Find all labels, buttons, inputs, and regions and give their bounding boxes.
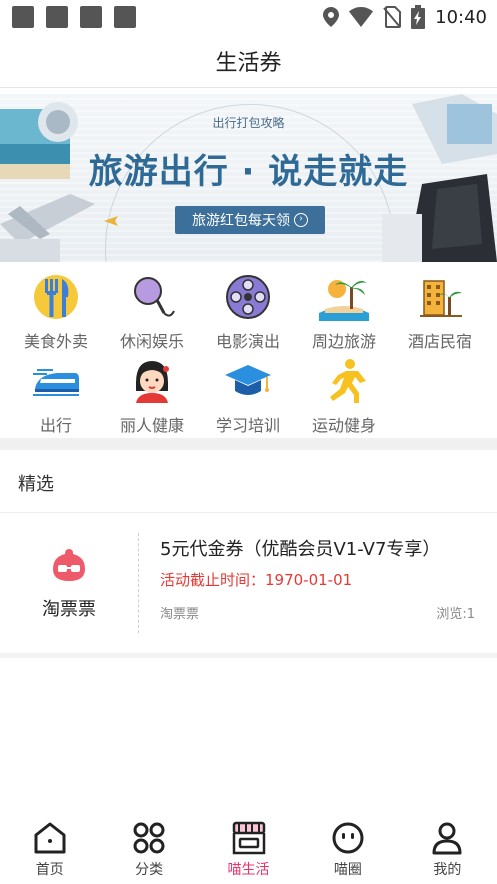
category-label: 运动健身 bbox=[311, 416, 376, 435]
banner-button-label: 旅游红包每天领 bbox=[192, 213, 290, 229]
battery-charging-icon bbox=[411, 5, 426, 29]
category-transport[interactable]: 出行 bbox=[8, 356, 104, 436]
coupon-source: 淘票票 bbox=[160, 607, 200, 622]
hotel-icon bbox=[415, 272, 465, 322]
category-label: 酒店民宿 bbox=[407, 332, 472, 351]
nav-home[interactable]: 首页 bbox=[0, 810, 99, 884]
banner-title: 旅游出行 · 说走就走 bbox=[88, 152, 409, 192]
category-label: 周边旅游 bbox=[311, 332, 376, 351]
home-icon bbox=[32, 820, 68, 856]
category-hotel[interactable]: 酒店民宿 bbox=[392, 272, 488, 352]
category-grid-icon bbox=[131, 820, 167, 856]
category-label: 电影演出 bbox=[215, 332, 280, 351]
banner-subtitle: 出行打包攻略 bbox=[212, 116, 285, 130]
notification-square-icon bbox=[12, 6, 34, 28]
nav-label: 分类 bbox=[135, 862, 164, 878]
nav-miao-life[interactable]: 喵生活 bbox=[199, 810, 298, 884]
dashed-divider bbox=[138, 533, 139, 633]
title-bar: 生活券 bbox=[0, 34, 497, 88]
coupon-view-count: 浏览:1 bbox=[436, 607, 475, 622]
page-title: 生活券 bbox=[215, 50, 282, 76]
category-movies[interactable]: 电影演出 bbox=[200, 272, 296, 352]
arrow-right-circle-icon: › bbox=[294, 213, 308, 227]
store-icon bbox=[231, 820, 267, 856]
category-label: 美食外卖 bbox=[23, 332, 88, 351]
film-reel-icon bbox=[223, 272, 273, 322]
coupon-title: 5元代金券（优酷会员V1-V7专享） bbox=[160, 539, 441, 560]
notification-square-icon bbox=[46, 6, 68, 28]
coupon-brand-box: 淘票票 bbox=[0, 513, 138, 653]
coupon-brand-name: 淘票票 bbox=[42, 599, 96, 620]
food-utensils-icon bbox=[31, 272, 81, 322]
category-sports[interactable]: 运动健身 bbox=[296, 356, 392, 436]
nav-miao-circle[interactable]: 喵圈 bbox=[298, 810, 397, 884]
notification-square-icon bbox=[114, 6, 136, 28]
category-nearby-travel[interactable]: 周边旅游 bbox=[296, 272, 392, 352]
running-icon bbox=[319, 356, 369, 406]
no-sim-icon bbox=[383, 6, 402, 28]
beauty-girl-icon bbox=[127, 356, 177, 406]
section-divider bbox=[0, 438, 497, 450]
taopiaopiao-logo-icon bbox=[53, 549, 85, 581]
graduation-cap-icon bbox=[223, 356, 273, 406]
train-icon bbox=[31, 356, 81, 406]
nav-category[interactable]: 分类 bbox=[99, 810, 198, 884]
nav-profile[interactable]: 我的 bbox=[398, 810, 497, 884]
coupon-deadline: 活动截止时间：1970-01-01 bbox=[160, 571, 353, 589]
microphone-icon bbox=[127, 272, 177, 322]
smiley-circle-icon bbox=[330, 820, 366, 856]
nav-label: 首页 bbox=[35, 862, 64, 878]
coupon-card[interactable]: 淘票票 5元代金券（优酷会员V1-V7专享） 活动截止时间：1970-01-01… bbox=[0, 513, 497, 653]
user-icon bbox=[429, 820, 465, 856]
category-label: 休闲娱乐 bbox=[119, 332, 184, 351]
category-education[interactable]: 学习培训 bbox=[200, 356, 296, 436]
category-label: 丽人健康 bbox=[119, 416, 184, 435]
category-beauty[interactable]: 丽人健康 bbox=[104, 356, 200, 436]
notification-square-icon bbox=[80, 6, 102, 28]
category-label: 学习培训 bbox=[215, 416, 280, 435]
featured-section-title: 精选 bbox=[18, 474, 54, 495]
category-food[interactable]: 美食外卖 bbox=[8, 272, 104, 352]
nav-label: 喵圈 bbox=[333, 862, 362, 878]
category-grid: 美食外卖 休闲娱乐 电影演出 周边旅游 酒店民宿 出行 丽人健康 学习培训 运动… bbox=[0, 268, 497, 438]
nav-label: 喵生活 bbox=[227, 862, 270, 878]
beach-palm-icon bbox=[319, 272, 369, 322]
airplane-icon bbox=[104, 216, 118, 226]
promo-banner[interactable]: 出行打包攻略 旅游出行 · 说走就走 旅游红包每天领 › bbox=[0, 94, 497, 262]
category-label: 出行 bbox=[39, 416, 72, 435]
status-bar: 10:40 bbox=[0, 0, 497, 34]
bottom-navigation: 首页 分类 喵生活 喵圈 我的 bbox=[0, 810, 497, 884]
wifi-icon bbox=[349, 7, 374, 27]
travel-red-packet-button[interactable]: 旅游红包每天领 › bbox=[175, 206, 325, 234]
nav-label: 我的 bbox=[433, 862, 462, 878]
clock: 10:40 bbox=[435, 6, 487, 28]
location-icon bbox=[323, 7, 340, 27]
category-entertainment[interactable]: 休闲娱乐 bbox=[104, 272, 200, 352]
